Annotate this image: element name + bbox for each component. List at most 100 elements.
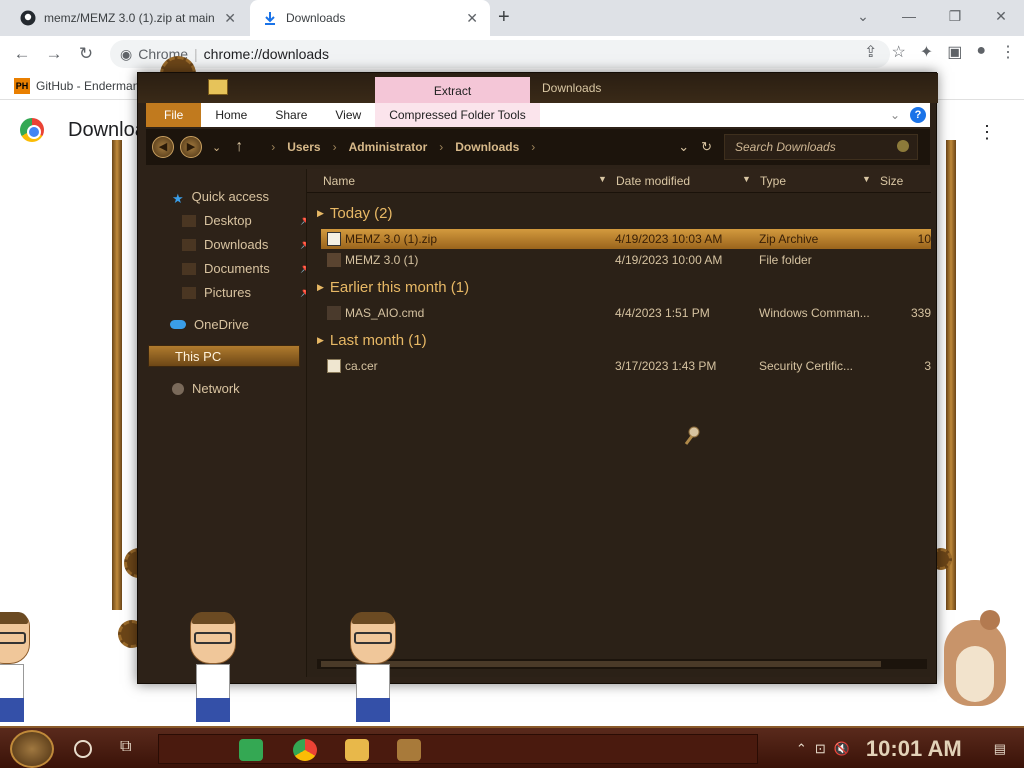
- close-tab-icon[interactable]: ✕: [466, 10, 478, 27]
- horizontal-scrollbar[interactable]: [317, 659, 927, 669]
- forward-icon[interactable]: ▶: [180, 136, 202, 158]
- file-row[interactable]: MEMZ 3.0 (1) 4/19/2023 10:00 AM File fol…: [321, 250, 931, 270]
- breadcrumb-administrator[interactable]: Administrator: [349, 140, 428, 154]
- tab-downloads[interactable]: Downloads ✕: [250, 0, 490, 36]
- group-header-earlier-this-month[interactable]: ▶ Earlier this month (1): [317, 279, 469, 296]
- help-icon[interactable]: ?: [910, 107, 926, 123]
- breadcrumb-separator-icon: ›: [332, 140, 337, 154]
- breadcrumb-separator-icon: ›: [531, 140, 536, 154]
- back-icon[interactable]: ←: [6, 44, 38, 64]
- tab-github[interactable]: memz/MEMZ 3.0 (1).zip at main ✕: [8, 0, 248, 36]
- share-icon[interactable]: ⇪: [864, 42, 877, 62]
- address-dropdown-icon[interactable]: ⌄: [678, 139, 689, 155]
- nav-label: Network: [192, 381, 240, 396]
- chevron-down-icon[interactable]: ▼: [598, 174, 607, 184]
- file-row[interactable]: MAS_AIO.cmd 4/4/2023 1:51 PM Windows Com…: [321, 303, 931, 323]
- group-header-last-month[interactable]: ▶ Last month (1): [317, 332, 427, 349]
- window-controls: ⌄ — ❐ ✕: [840, 0, 1024, 32]
- scrollbar-thumb[interactable]: [321, 661, 881, 667]
- chevron-down-icon[interactable]: ⌄: [890, 108, 900, 122]
- nav-downloads[interactable]: Downloads 📌: [182, 237, 312, 252]
- file-type: Zip Archive: [759, 232, 819, 246]
- restore-button[interactable]: ❐: [932, 0, 978, 32]
- extract-tab[interactable]: Extract: [375, 77, 530, 105]
- column-headers: Name ▼ Date modified ▼ Type ▼ Size: [307, 169, 931, 193]
- certificate-icon: [327, 359, 341, 373]
- file-row[interactable]: ca.cer 3/17/2023 1:43 PM Security Certif…: [321, 356, 931, 376]
- file-explorer-app-icon[interactable]: [345, 739, 369, 761]
- up-arrow-icon[interactable]: ↑: [235, 138, 243, 156]
- start-button[interactable]: [10, 730, 54, 768]
- close-button[interactable]: ✕: [978, 0, 1024, 32]
- column-size[interactable]: Size: [880, 174, 903, 188]
- nav-onedrive[interactable]: OneDrive: [170, 317, 249, 332]
- notifications-icon[interactable]: ▤: [994, 741, 1006, 757]
- bookmark-github[interactable]: GitHub - Enderman: [36, 79, 139, 93]
- menu-kebab-icon[interactable]: ⋮: [1000, 42, 1016, 62]
- tab-search-icon[interactable]: ⌄: [840, 0, 886, 32]
- nav-this-pc[interactable]: This PC: [148, 345, 300, 367]
- ribbon-view-tab[interactable]: View: [321, 108, 375, 122]
- chevron-down-icon: ▶: [317, 335, 324, 345]
- column-name[interactable]: Name: [323, 174, 355, 188]
- column-date-modified[interactable]: Date modified: [616, 174, 690, 188]
- bookmark-star-icon[interactable]: ☆: [891, 42, 905, 62]
- url-text[interactable]: chrome://downloads: [204, 46, 329, 62]
- minimize-button[interactable]: —: [886, 0, 932, 32]
- clock[interactable]: 10:01 AM: [866, 736, 962, 762]
- address-bar[interactable]: ◉ Chrome | chrome://downloads: [110, 40, 890, 68]
- forward-icon[interactable]: →: [38, 44, 70, 64]
- toolbar-actions: ⇪ ☆ ✦ ▣ ● ⋮: [864, 42, 1016, 62]
- nav-documents[interactable]: Documents 📌: [182, 261, 312, 276]
- network-icon[interactable]: ⊡: [815, 741, 826, 757]
- task-view-icon[interactable]: ⧉: [120, 738, 131, 756]
- notes-app-icon[interactable]: [239, 739, 263, 761]
- navigation-pane: ★ Quick access Desktop 📌 Downloads 📌 Doc…: [146, 169, 312, 677]
- chevron-up-icon[interactable]: ⌃: [796, 741, 807, 757]
- browser-toolbar: ← → ↻ ◉ Chrome | chrome://downloads ⇪ ☆ …: [0, 36, 1024, 72]
- breadcrumb-downloads[interactable]: Downloads: [455, 140, 519, 154]
- column-type[interactable]: Type: [760, 174, 786, 188]
- recent-locations-icon[interactable]: ⌄: [212, 141, 221, 154]
- chevron-down-icon: ▶: [317, 208, 324, 218]
- nav-pictures[interactable]: Pictures 📌: [182, 285, 312, 300]
- refresh-icon[interactable]: ↻: [701, 139, 712, 155]
- file-row[interactable]: MEMZ 3.0 (1).zip 4/19/2023 10:03 AM Zip …: [321, 229, 931, 249]
- download-icon: [265, 12, 275, 25]
- group-title: Today (2): [329, 205, 393, 222]
- nav-network[interactable]: Network: [172, 381, 240, 396]
- chevron-down-icon[interactable]: ▼: [742, 174, 751, 184]
- breadcrumb-users[interactable]: Users: [287, 140, 320, 154]
- desktop-character: [0, 612, 34, 724]
- cmd-file-icon: [327, 306, 341, 320]
- profile-avatar-icon[interactable]: ●: [976, 42, 986, 62]
- ph-icon: PH: [14, 77, 30, 94]
- star-icon: ★: [172, 190, 184, 206]
- site-info-icon[interactable]: ◉: [120, 46, 132, 63]
- chevron-down-icon[interactable]: ▼: [862, 174, 871, 184]
- ribbon-share-tab[interactable]: Share: [261, 108, 321, 122]
- back-icon[interactable]: ◀: [152, 136, 174, 158]
- reload-icon[interactable]: ↻: [70, 44, 102, 64]
- extensions-icon[interactable]: ✦: [920, 42, 933, 62]
- group-header-today[interactable]: ▶ Today (2): [317, 205, 392, 222]
- new-tab-button[interactable]: +: [498, 6, 510, 29]
- ribbon-compressed-tab[interactable]: Compressed Folder Tools: [375, 103, 540, 127]
- taskbar: ⧉ ⌃ ⊡ 🔇 10:01 AM ▤: [0, 726, 1024, 768]
- side-panel-icon[interactable]: ▣: [947, 42, 962, 62]
- file-type: File folder: [759, 253, 812, 267]
- search-input[interactable]: Search Downloads: [724, 134, 918, 160]
- game-app-icon[interactable]: [397, 739, 421, 761]
- ribbon-file-tab[interactable]: File: [146, 103, 202, 127]
- nav-label: Quick access: [191, 189, 269, 204]
- close-tab-icon[interactable]: ✕: [224, 10, 236, 27]
- chrome-app-icon[interactable]: [293, 739, 317, 761]
- search-icon[interactable]: [74, 740, 92, 758]
- ribbon-home-tab[interactable]: Home: [201, 108, 261, 122]
- nav-quick-access[interactable]: ★ Quick access: [172, 189, 269, 206]
- volume-muted-icon[interactable]: 🔇: [834, 741, 850, 757]
- downloads-menu-icon[interactable]: ⋮: [978, 122, 996, 143]
- chrome-logo-icon: [20, 118, 44, 142]
- nav-desktop[interactable]: Desktop 📌: [182, 213, 312, 228]
- hamster-character: [938, 600, 1008, 708]
